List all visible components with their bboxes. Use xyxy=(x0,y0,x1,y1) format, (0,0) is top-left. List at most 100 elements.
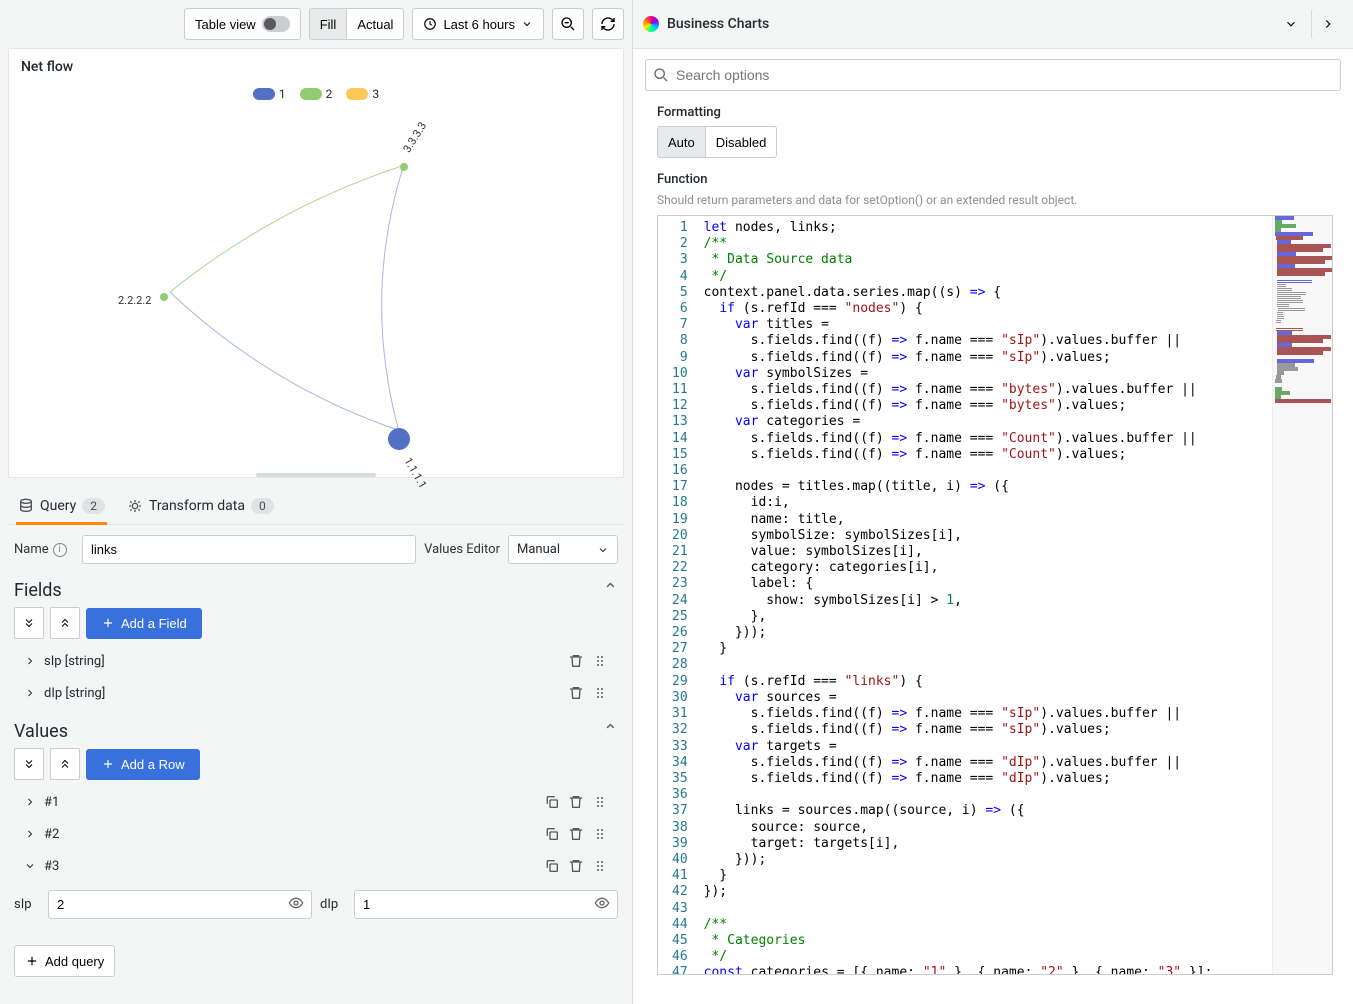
options-header: Business Charts xyxy=(633,0,1353,49)
fields-controls: Add a Field xyxy=(8,607,624,647)
legend-item[interactable]: 3 xyxy=(346,87,379,101)
resize-handle[interactable] xyxy=(256,473,376,477)
value-row[interactable]: #3 xyxy=(14,852,618,880)
collapse-options-button[interactable] xyxy=(1311,8,1343,40)
legend-item[interactable]: 1 xyxy=(253,87,286,101)
fields-section-header[interactable]: Fields ⌃ xyxy=(8,570,624,607)
expand-all-rows-button[interactable] xyxy=(50,748,80,780)
code-content[interactable]: let nodes, links;/** * Data Source data … xyxy=(696,216,1272,974)
formatting-label: Formatting xyxy=(657,105,1329,120)
trash-icon[interactable] xyxy=(568,858,584,874)
formatting-option: Formatting Auto Disabled xyxy=(633,101,1353,168)
trash-icon[interactable] xyxy=(568,826,584,842)
row-label: #3 xyxy=(44,859,59,874)
search-icon xyxy=(653,67,669,83)
name-label: Name i xyxy=(14,542,74,557)
field-label: dIp [string] xyxy=(44,686,105,701)
fill-button[interactable]: Fill xyxy=(309,8,347,40)
add-query-button[interactable]: Add query xyxy=(14,945,115,977)
grip-icon[interactable] xyxy=(592,653,608,669)
graph-node[interactable] xyxy=(388,428,410,450)
dip-input[interactable] xyxy=(354,890,618,919)
zoom-out-icon xyxy=(560,16,576,32)
search-wrap xyxy=(633,49,1353,101)
collapse-all-rows-button[interactable] xyxy=(14,748,44,780)
legend-swatch xyxy=(253,88,275,100)
formatting-group: Auto Disabled xyxy=(657,126,777,158)
toggle-icon xyxy=(262,16,290,32)
add-field-button[interactable]: Add a Field xyxy=(86,608,202,639)
grip-icon[interactable] xyxy=(592,858,608,874)
sip-input[interactable] xyxy=(48,890,312,919)
values-editor-select[interactable]: Manual xyxy=(508,535,618,564)
legend-item[interactable]: 2 xyxy=(300,87,333,101)
info-icon[interactable]: i xyxy=(53,543,67,557)
plus-icon xyxy=(101,757,115,771)
eye-icon[interactable] xyxy=(288,895,304,911)
code-minimap[interactable] xyxy=(1272,216,1332,974)
tab-transform[interactable]: Transform data 0 xyxy=(125,490,276,524)
graph-edges xyxy=(9,107,623,477)
graph-node[interactable] xyxy=(160,293,168,301)
chart-area[interactable]: 2.2.2.23.3.3.31.1.1.1 xyxy=(9,107,623,477)
values-section-header[interactable]: Values ⌃ xyxy=(8,711,624,748)
display-mode-group: Fill Actual xyxy=(309,8,405,40)
copy-icon[interactable] xyxy=(544,858,560,874)
expand-all-button[interactable] xyxy=(50,607,80,639)
search-options-input[interactable] xyxy=(645,59,1341,91)
chevron-right-icon xyxy=(24,796,36,808)
time-range-label: Last 6 hours xyxy=(443,17,515,32)
eye-icon[interactable] xyxy=(594,895,610,911)
legend-label: 1 xyxy=(279,87,286,101)
code-editor[interactable]: 1234567891011121314151617181920212223242… xyxy=(657,215,1333,975)
chevron-right-icon xyxy=(24,687,36,699)
chevron-down-icon xyxy=(521,18,533,30)
double-chevron-up-icon xyxy=(59,617,71,629)
tab-query-label: Query xyxy=(40,498,76,514)
graph-node[interactable] xyxy=(400,163,408,171)
grip-icon[interactable] xyxy=(592,685,608,701)
query-name-input[interactable] xyxy=(82,535,416,564)
table-view-label: Table view xyxy=(195,17,256,32)
value-row[interactable]: #2 xyxy=(14,820,618,848)
row-label: #2 xyxy=(44,827,59,842)
value-row-editor: sIpdIp xyxy=(8,884,624,925)
value-row[interactable]: #1 xyxy=(14,788,618,816)
copy-icon[interactable] xyxy=(544,826,560,842)
database-icon xyxy=(18,498,34,514)
table-view-toggle[interactable]: Table view xyxy=(184,8,301,40)
chevron-down-icon xyxy=(1284,17,1298,31)
bottom-panel: Query 2 Transform data 0 Name i Values E… xyxy=(8,478,624,1004)
function-desc: Should return parameters and data for se… xyxy=(657,193,1329,207)
formatting-disabled-button[interactable]: Disabled xyxy=(705,126,778,158)
actual-button[interactable]: Actual xyxy=(346,8,404,40)
chart-legend: 123 xyxy=(9,85,623,107)
trash-icon[interactable] xyxy=(568,794,584,810)
grip-icon[interactable] xyxy=(592,826,608,842)
field-row[interactable]: sIp [string] xyxy=(14,647,618,675)
graph-node-label: 2.2.2.2 xyxy=(118,294,151,307)
grip-icon[interactable] xyxy=(592,794,608,810)
sip-label: sIp xyxy=(14,897,40,912)
values-editor-label: Values Editor xyxy=(424,542,500,557)
viz-picker-chevron[interactable] xyxy=(1275,8,1307,40)
zoom-out-button[interactable] xyxy=(552,8,584,40)
double-chevron-up-icon xyxy=(59,758,71,770)
field-label: sIp [string] xyxy=(44,654,105,669)
chevron-down-icon xyxy=(597,544,609,556)
formatting-auto-button[interactable]: Auto xyxy=(657,126,705,158)
trash-icon[interactable] xyxy=(568,685,584,701)
trash-icon[interactable] xyxy=(568,653,584,669)
visualization-picker[interactable]: Business Charts xyxy=(643,16,769,32)
tab-query-count: 2 xyxy=(82,498,105,514)
time-range-picker[interactable]: Last 6 hours xyxy=(412,8,544,40)
copy-icon[interactable] xyxy=(544,794,560,810)
tab-query[interactable]: Query 2 xyxy=(16,490,107,524)
legend-swatch xyxy=(346,88,368,100)
add-row-button[interactable]: Add a Row xyxy=(86,749,200,780)
chevron-right-icon xyxy=(24,828,36,840)
refresh-button[interactable] xyxy=(592,8,624,40)
field-row[interactable]: dIp [string] xyxy=(14,679,618,707)
chevron-right-icon xyxy=(1321,17,1335,31)
collapse-all-button[interactable] xyxy=(14,607,44,639)
